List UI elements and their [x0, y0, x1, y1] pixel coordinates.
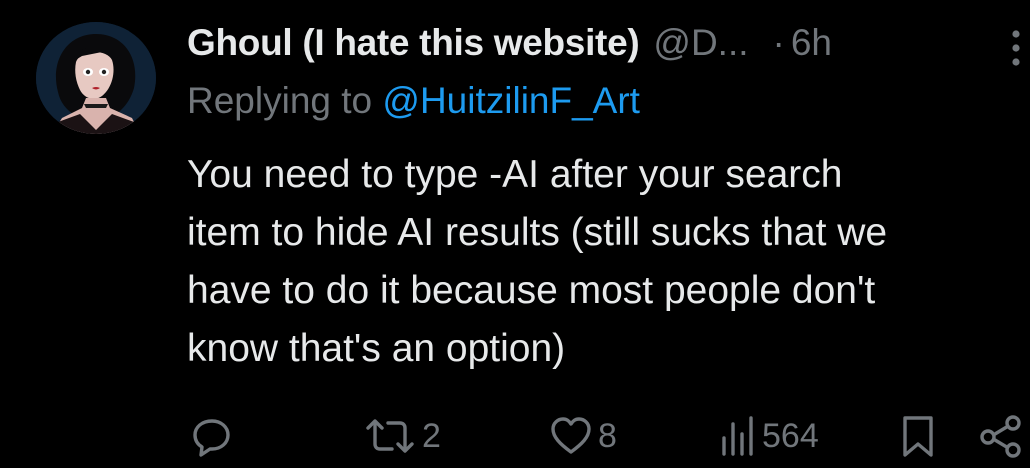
share-icon — [980, 415, 1021, 458]
timestamp[interactable]: 6h — [791, 22, 832, 64]
action-bar: 2 8 564 — [0, 410, 1030, 462]
tweet[interactable]: Ghoul (I hate this website) @D... · 6h R… — [0, 0, 1030, 468]
views-count: 564 — [762, 416, 819, 455]
tweet-text-line: You need to type -AI after your search — [187, 153, 843, 196]
like-count: 8 — [598, 416, 617, 455]
avatar-icon — [36, 22, 156, 134]
views-button[interactable]: 564 — [718, 410, 819, 462]
tweet-text-line: know that's an option) — [187, 327, 566, 370]
author-display-name[interactable]: Ghoul (I hate this website) — [187, 22, 640, 64]
avatar[interactable] — [36, 22, 156, 134]
like-button[interactable]: 8 — [548, 410, 617, 462]
replying-to: Replying to @HuitzilinF_Art — [187, 80, 640, 122]
bookmark-icon — [903, 416, 933, 457]
bookmark-button[interactable] — [900, 410, 936, 462]
tweet-header: Ghoul (I hate this website) @D... · 6h — [187, 18, 1017, 68]
tweet-text-line: item to hide AI results (still sucks tha… — [187, 211, 888, 254]
reply-button[interactable] — [190, 410, 234, 462]
tweet-text-line: have to do it because most people don't — [187, 269, 876, 312]
repost-count: 2 — [422, 416, 441, 455]
replying-to-mention[interactable]: @HuitzilinF_Art — [382, 80, 640, 121]
more-icon — [1012, 30, 1020, 66]
replying-to-label: Replying to — [187, 80, 373, 121]
views-icon — [722, 416, 753, 456]
more-options-button[interactable] — [1005, 28, 1027, 68]
author-handle[interactable]: @D... — [653, 22, 748, 64]
share-button[interactable] — [978, 410, 1024, 462]
tweet-text: You need to type -AI after your search i… — [187, 146, 1027, 378]
separator-dot: · — [772, 22, 785, 63]
repost-button[interactable]: 2 — [362, 410, 441, 462]
reply-icon — [193, 419, 230, 457]
heart-icon — [551, 417, 591, 454]
repost-icon — [366, 419, 414, 453]
